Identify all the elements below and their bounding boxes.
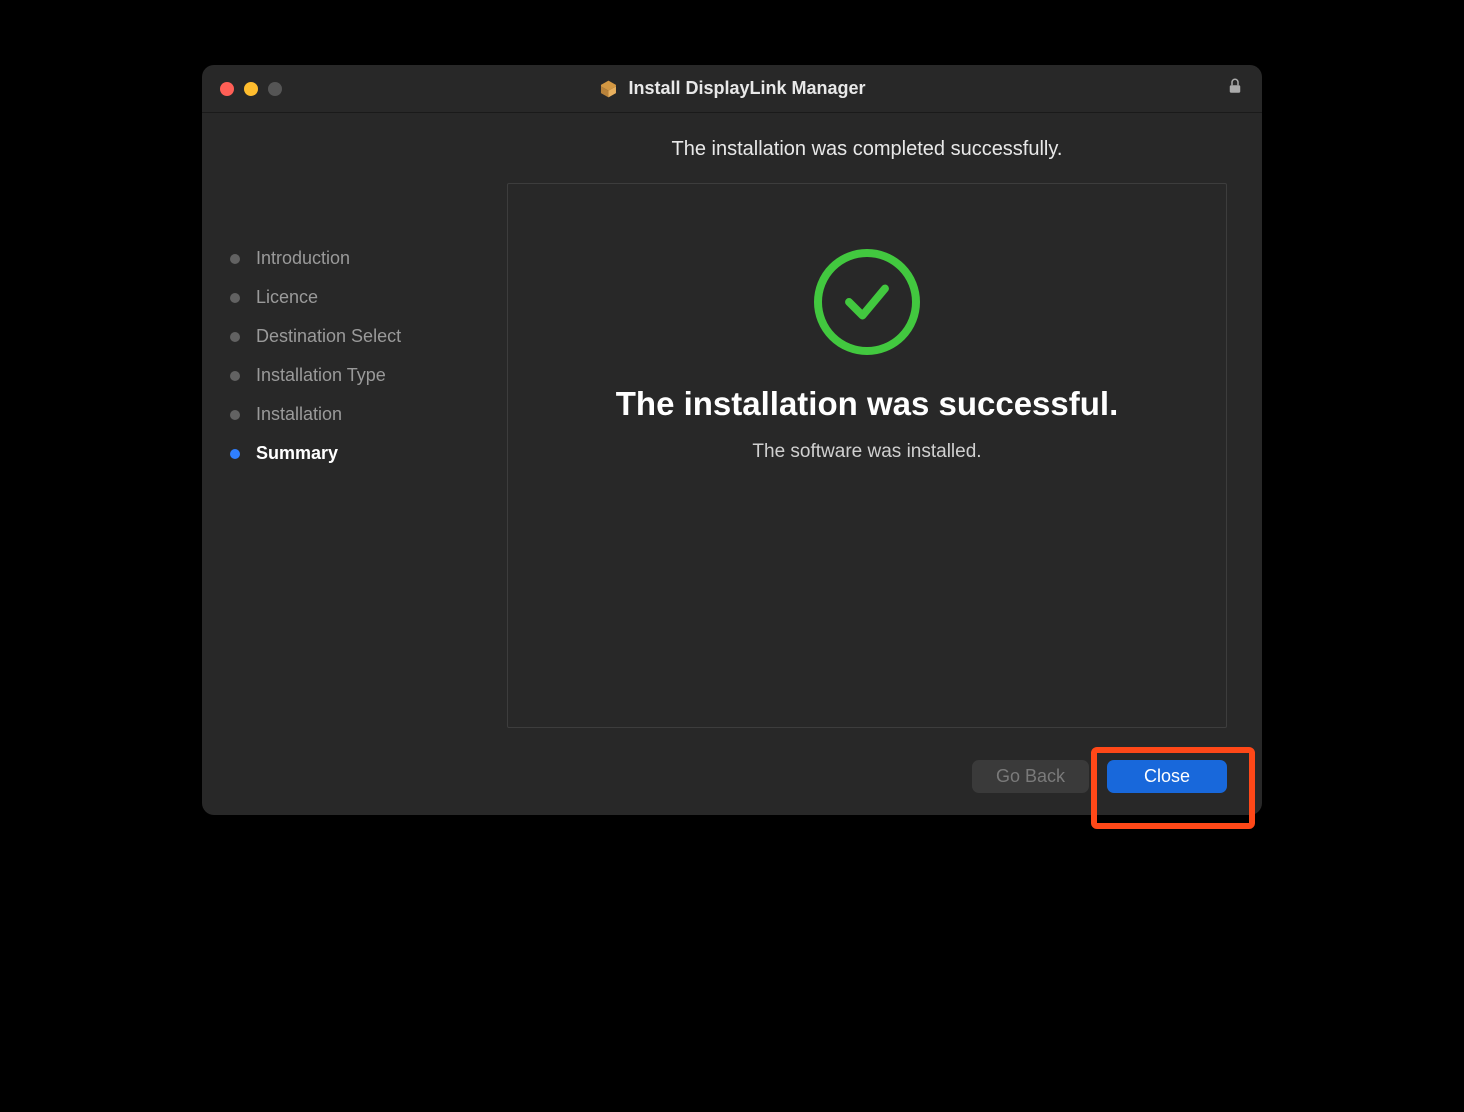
package-icon	[598, 79, 618, 99]
window-minimize-button[interactable]	[244, 82, 258, 96]
installer-window: Install DisplayLink Manager Introduction…	[202, 65, 1262, 815]
step-bullet-icon	[230, 371, 240, 381]
success-subline: The software was installed.	[752, 441, 981, 463]
step-label: Summary	[256, 443, 338, 464]
button-row: Go Back Close	[202, 746, 1262, 815]
step-bullet-icon	[230, 449, 240, 459]
step-installation-type: Installation Type	[230, 365, 479, 386]
content-panel: The installation was successful. The sof…	[507, 183, 1227, 728]
traffic-lights	[220, 82, 282, 96]
step-label: Installation	[256, 404, 342, 425]
main-content: The installation was completed successfu…	[507, 113, 1262, 746]
lock-icon[interactable]	[1226, 77, 1244, 100]
step-label: Licence	[256, 287, 318, 308]
status-message: The installation was completed successfu…	[507, 138, 1227, 161]
titlebar: Install DisplayLink Manager	[202, 65, 1262, 113]
step-bullet-icon	[230, 293, 240, 303]
step-label: Destination Select	[256, 326, 401, 347]
step-list: Introduction Licence Destination Select …	[230, 248, 479, 464]
step-label: Installation Type	[256, 365, 386, 386]
close-button[interactable]: Close	[1107, 760, 1227, 793]
step-licence: Licence	[230, 287, 479, 308]
window-zoom-button	[268, 82, 282, 96]
window-body: Introduction Licence Destination Select …	[202, 113, 1262, 746]
step-bullet-icon	[230, 254, 240, 264]
step-installation: Installation	[230, 404, 479, 425]
success-headline: The installation was successful.	[616, 385, 1119, 423]
step-summary: Summary	[230, 443, 479, 464]
step-introduction: Introduction	[230, 248, 479, 269]
step-bullet-icon	[230, 332, 240, 342]
window-close-button[interactable]	[220, 82, 234, 96]
step-destination-select: Destination Select	[230, 326, 479, 347]
step-label: Introduction	[256, 248, 350, 269]
step-bullet-icon	[230, 410, 240, 420]
go-back-button: Go Back	[972, 760, 1089, 793]
window-title: Install DisplayLink Manager	[628, 78, 865, 99]
title-area: Install DisplayLink Manager	[598, 78, 865, 99]
sidebar: Introduction Licence Destination Select …	[202, 113, 507, 746]
success-checkmark-icon	[814, 249, 920, 355]
